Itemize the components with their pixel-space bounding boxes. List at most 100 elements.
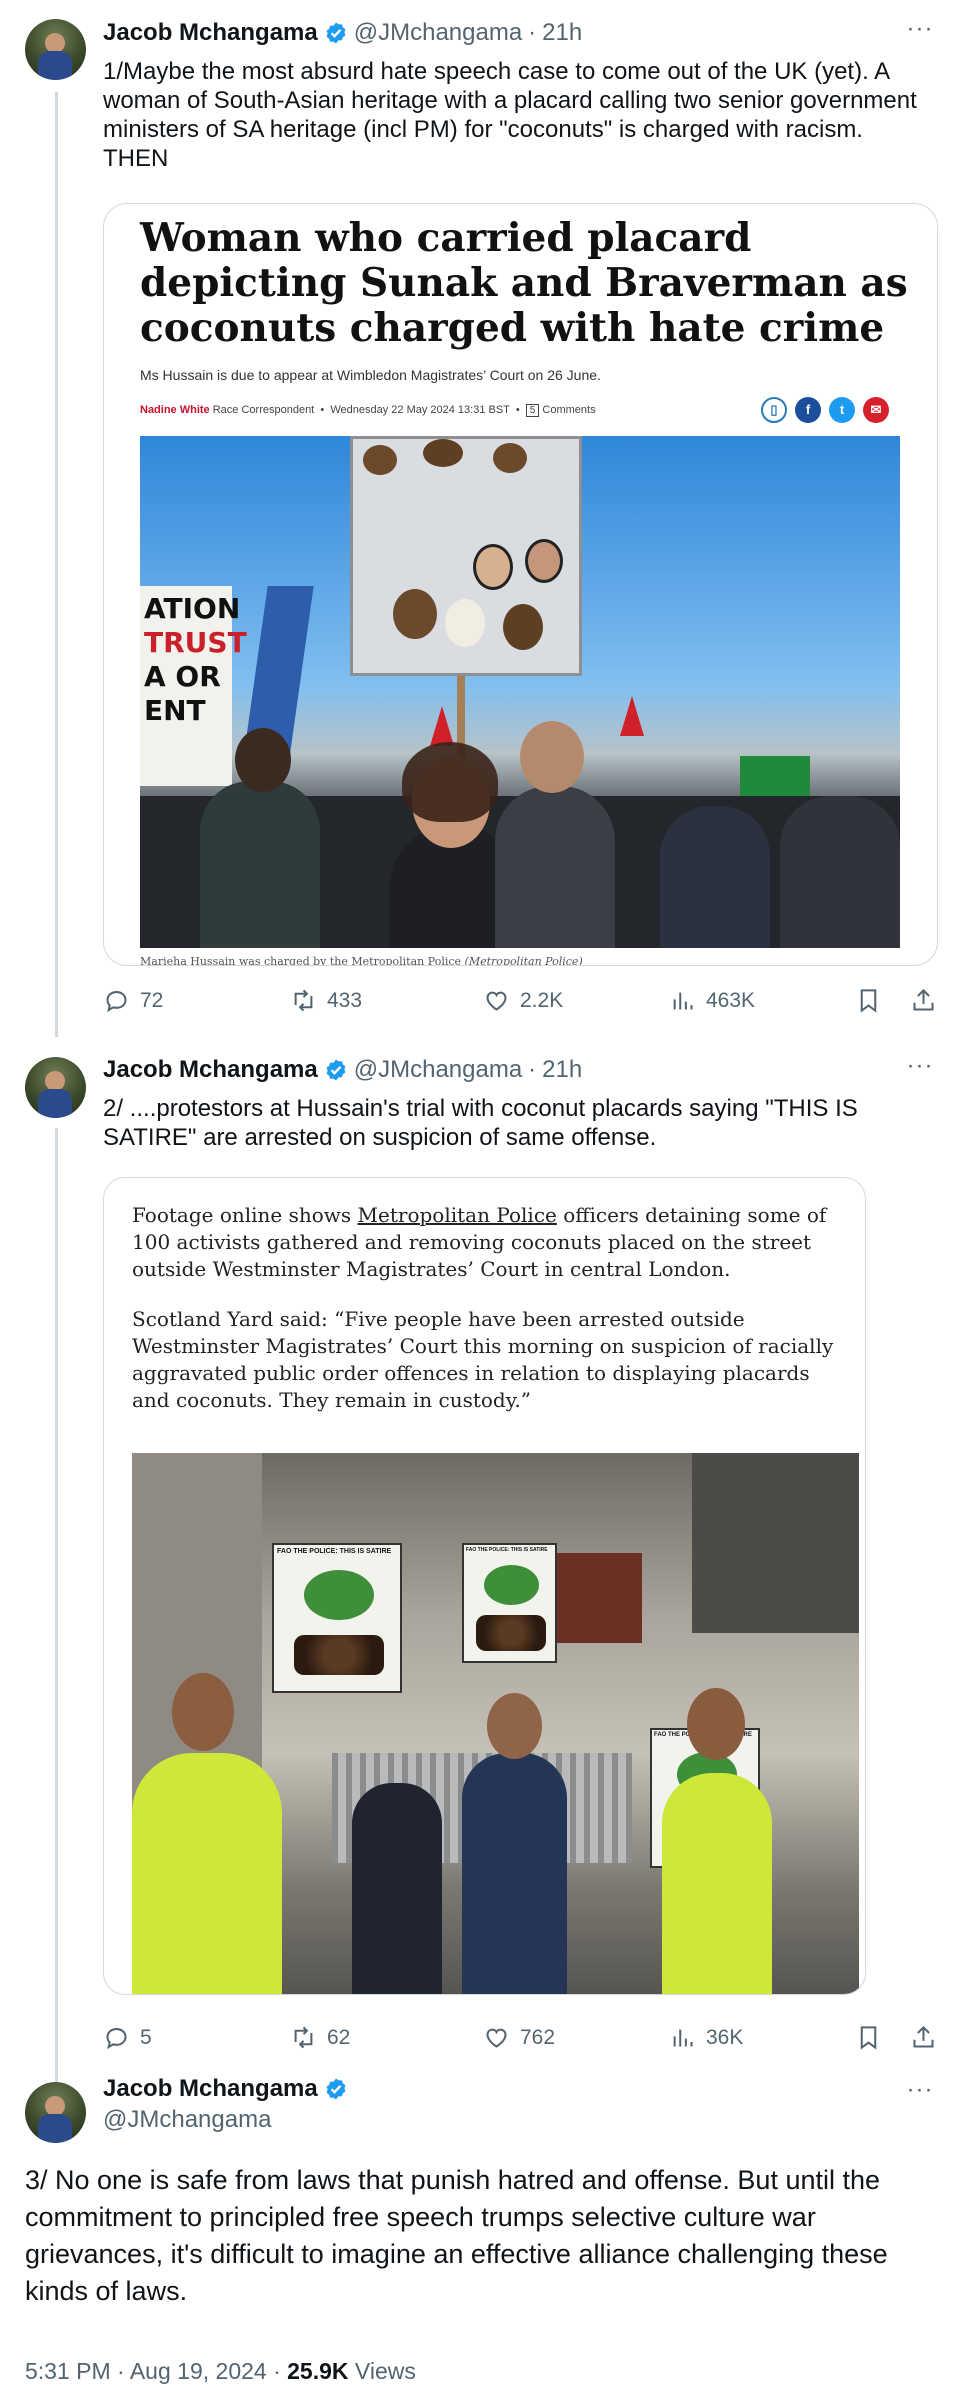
satire-placard-1: FAO THE POLICE: THIS IS SATIRE bbox=[272, 1543, 402, 1693]
share-icon bbox=[913, 2025, 934, 2048]
heart-icon bbox=[486, 2028, 507, 2048]
metropolitan-police-link: Metropolitan Police bbox=[357, 1203, 557, 1227]
views-button[interactable]: 36K bbox=[669, 2024, 743, 2051]
author-handle[interactable]: @JMchangama bbox=[103, 2106, 271, 2134]
bookmark-share-icon: ▯ bbox=[761, 397, 787, 423]
verified-badge-icon bbox=[326, 2078, 346, 2100]
separator-dot: · bbox=[528, 1056, 537, 1083]
view-count: 463K bbox=[706, 988, 756, 1012]
tweet-text: 2/ ....protestors at Hussain's trial wit… bbox=[103, 1095, 858, 1151]
tweet-actions: 5 62 762 36K bbox=[103, 2024, 937, 2054]
sign-line-3: A OR bbox=[144, 660, 221, 693]
placard-label: FAO THE POLICE: THIS IS SATIRE bbox=[277, 1548, 392, 1555]
verified-badge-icon bbox=[326, 22, 346, 44]
tweet-time[interactable]: 21h bbox=[542, 1056, 582, 1084]
tweet-text: 1/Maybe the most absurd hate speech case… bbox=[103, 58, 917, 172]
bookmark-icon bbox=[860, 2026, 877, 2050]
share-button[interactable] bbox=[910, 987, 937, 1014]
bookmark-icon bbox=[860, 989, 877, 1013]
coconut-placard bbox=[350, 436, 582, 676]
author-name[interactable]: Jacob Mchangama bbox=[103, 2075, 318, 2103]
reply-button[interactable]: 5 bbox=[103, 2024, 152, 2051]
media-card[interactable]: Footage online shows Metropolitan Police… bbox=[103, 1177, 866, 1995]
author-name[interactable]: Jacob Mchangama bbox=[103, 19, 318, 47]
repost-count: 433 bbox=[327, 988, 363, 1012]
reply-icon bbox=[106, 2028, 127, 2050]
verified-badge-icon bbox=[326, 1059, 346, 1081]
p1-before: Footage online shows bbox=[132, 1203, 358, 1227]
avatar[interactable] bbox=[25, 2082, 86, 2143]
views-button[interactable]: 463K bbox=[669, 987, 755, 1014]
tweet-text: 3/ No one is safe from laws that punish … bbox=[25, 2165, 888, 2306]
more-options-icon[interactable]: ··· bbox=[905, 2078, 935, 2107]
author-name[interactable]: Jacob Mchangama bbox=[103, 1056, 318, 1084]
view-count: 25.9K bbox=[287, 2358, 349, 2384]
comments-label: Comments bbox=[542, 404, 596, 416]
media-card[interactable]: Woman who carried placard depicting Suna… bbox=[103, 203, 938, 966]
author-handle[interactable]: @JMchangama bbox=[354, 1056, 522, 1084]
view-count: 36K bbox=[706, 2025, 744, 2049]
tweet-header: Jacob Mchangama @JMchangama · 21h bbox=[103, 19, 582, 47]
analytics-icon bbox=[673, 2029, 693, 2047]
views-label: Views bbox=[354, 2358, 416, 2384]
share-icon bbox=[913, 988, 934, 1011]
separator-dot: · bbox=[528, 19, 537, 46]
tweet-metadata: 5:31 PM · Aug 19, 2024 · 25.9K Views bbox=[25, 2358, 416, 2385]
repost-icon bbox=[294, 2026, 313, 2049]
tweet-header: Jacob Mchangama @JMchangama · 21h bbox=[103, 1056, 582, 1084]
email-icon: ✉ bbox=[863, 397, 889, 423]
avatar[interactable] bbox=[25, 19, 86, 80]
share-icons: ▯ f t ✉ bbox=[761, 397, 889, 423]
heart-icon bbox=[486, 991, 507, 1011]
tweet-actions: 72 433 2.2K 463K bbox=[103, 987, 937, 1017]
article-paragraph-1: Footage online shows Metropolitan Police… bbox=[132, 1202, 842, 1283]
tweet-header: Jacob Mchangama bbox=[103, 2075, 348, 2103]
tweet-date[interactable]: Aug 19, 2024 bbox=[130, 2358, 267, 2384]
article-standfirst: Ms Hussain is due to appear at Wimbledon… bbox=[140, 367, 601, 383]
protest-photo: ATION TRUST A OR ENT bbox=[140, 436, 900, 948]
more-options-icon[interactable]: ··· bbox=[905, 17, 935, 46]
like-button[interactable]: 762 bbox=[483, 2024, 555, 2051]
placard-label: FAO THE POLICE: THIS IS SATIRE bbox=[466, 1547, 548, 1553]
reply-icon bbox=[106, 991, 127, 1013]
arrest-protest-photo: FAO THE POLICE: THIS IS SATIRE FAO THE P… bbox=[132, 1453, 859, 1994]
separator-dot: · bbox=[273, 2358, 281, 2384]
analytics-icon bbox=[673, 992, 693, 1010]
tweet-time[interactable]: 21h bbox=[542, 19, 582, 47]
protest-sign: ATION TRUST A OR ENT bbox=[140, 586, 247, 786]
thread-line-2 bbox=[55, 1128, 58, 2083]
photo-caption: Marieha Hussain was charged by the Metro… bbox=[140, 955, 583, 966]
repost-button[interactable]: 62 bbox=[290, 2024, 350, 2051]
separator-dot: · bbox=[117, 2358, 125, 2384]
share-button[interactable] bbox=[910, 2024, 937, 2051]
reply-button[interactable]: 72 bbox=[103, 987, 163, 1014]
article-byline: Nadine White Race Correspondent • Wednes… bbox=[140, 404, 596, 417]
reply-count: 72 bbox=[140, 988, 164, 1012]
tweet-time[interactable]: 5:31 PM bbox=[25, 2358, 111, 2384]
twitter-icon: t bbox=[829, 397, 855, 423]
article-headline: Woman who carried placard depicting Suna… bbox=[140, 215, 908, 351]
article-date: Wednesday 22 May 2024 13:31 BST bbox=[330, 404, 510, 416]
facebook-icon: f bbox=[795, 397, 821, 423]
repost-count: 62 bbox=[327, 2025, 351, 2049]
bookmark-button[interactable] bbox=[855, 987, 882, 1014]
like-count: 762 bbox=[520, 2025, 556, 2049]
author-handle[interactable]: @JMchangama bbox=[354, 19, 522, 47]
tweet-handle-row: @JMchangama bbox=[103, 2106, 271, 2134]
article-author: Nadine White bbox=[140, 404, 210, 416]
like-count: 2.2K bbox=[520, 988, 564, 1012]
bookmark-button[interactable] bbox=[855, 2024, 882, 2051]
more-options-icon[interactable]: ··· bbox=[905, 1054, 935, 1083]
repost-button[interactable]: 433 bbox=[290, 987, 362, 1014]
caption-text: Marieha Hussain was charged by the Metro… bbox=[140, 955, 462, 966]
caption-credit: (Metropolitan Police) bbox=[464, 955, 583, 966]
article-paragraph-2: Scotland Yard said: “Five people have be… bbox=[132, 1307, 834, 1412]
satire-placard-2: FAO THE POLICE: THIS IS SATIRE bbox=[462, 1543, 557, 1663]
avatar[interactable] bbox=[25, 1057, 86, 1118]
reply-count: 5 bbox=[140, 2025, 152, 2049]
thread-line-1 bbox=[55, 92, 58, 1037]
sign-line-1: ATION bbox=[144, 592, 241, 625]
article-role: Race Correspondent bbox=[212, 404, 315, 416]
like-button[interactable]: 2.2K bbox=[483, 987, 563, 1014]
sign-line-4: ENT bbox=[144, 694, 206, 727]
